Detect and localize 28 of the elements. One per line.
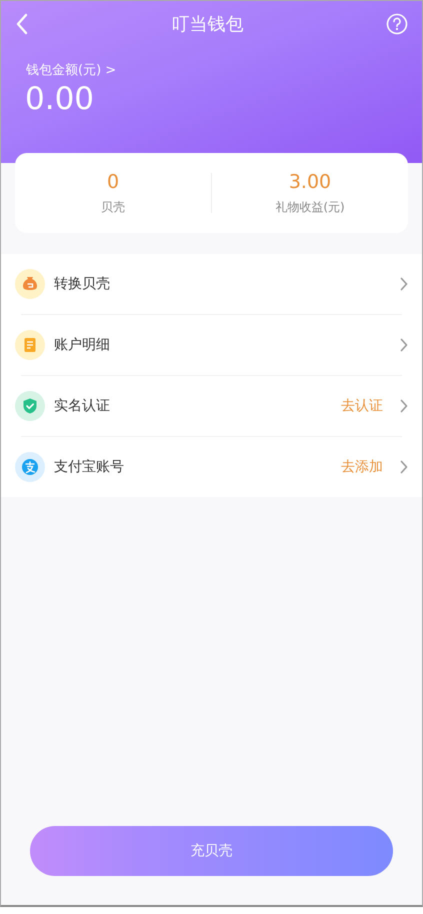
- menu-row[interactable]: 转换贝壳: [15, 254, 408, 314]
- chevron-icon: [400, 277, 408, 291]
- menu-row[interactable]: 实名认证 去认证: [15, 376, 408, 436]
- shield-icon: [15, 391, 45, 421]
- chevron-icon: [400, 399, 408, 413]
- menu-label: 实名认证: [54, 397, 111, 415]
- chevron-icon: [400, 460, 408, 474]
- document-icon: [15, 330, 45, 360]
- page-title: 叮当钱包: [172, 13, 244, 36]
- menu-label: 支付宝账号: [54, 458, 125, 476]
- chevron-icon: [400, 338, 408, 352]
- balance-amount: 0.00: [25, 81, 94, 117]
- back-button[interactable]: [15, 13, 29, 35]
- stat-label: 礼物收益(元): [275, 198, 345, 216]
- wallet-app-icon: [15, 452, 45, 482]
- menu-row[interactable]: 账户明细: [15, 315, 408, 375]
- menu-action: 去添加: [341, 458, 383, 476]
- stat-value: 3.00: [288, 170, 332, 192]
- menu-label: 账户明细: [54, 336, 111, 354]
- stat-label: 贝壳: [101, 198, 125, 216]
- menu-row[interactable]: 支付宝账号 去添加: [15, 437, 408, 497]
- bag-icon: [15, 269, 45, 299]
- menu-label: 转换贝壳: [54, 275, 111, 293]
- stat-value: 0: [106, 170, 120, 192]
- help-button[interactable]: [386, 13, 408, 35]
- back-icon: [15, 13, 29, 35]
- help-icon: [386, 13, 408, 35]
- menu-action: 去认证: [341, 397, 383, 415]
